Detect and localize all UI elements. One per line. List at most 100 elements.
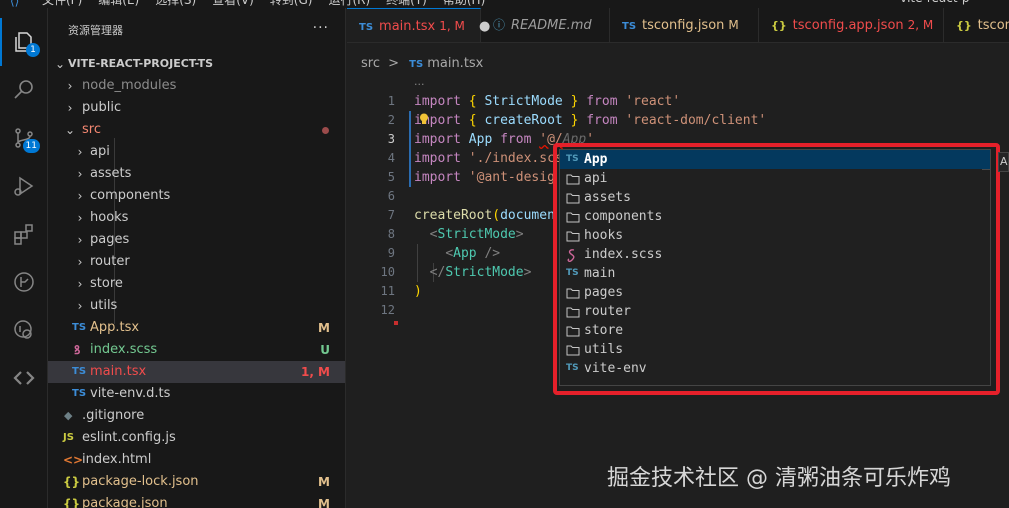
chevron-down-icon: ⌄ <box>64 123 76 137</box>
gear-icon: ◆ <box>64 409 73 422</box>
json-file-icon: {} <box>63 497 81 508</box>
tree-item-public[interactable]: › public <box>48 97 345 119</box>
tree-item-router[interactable]: › router <box>48 251 345 273</box>
tree-item-assets[interactable]: › assets <box>48 163 345 185</box>
tree-item-hooks[interactable]: › hooks <box>48 207 345 229</box>
tab-readme[interactable]: ⓘ README.md <box>481 8 610 42</box>
line-number: 3 <box>387 132 395 146</box>
code-line-2: import { createRoot } from 'react-dom/cl… <box>414 113 767 128</box>
tree-item-index-html[interactable]: <> index.html <box>48 449 345 471</box>
vscode-logo-icon: ⟨⟩ <box>10 0 20 8</box>
tab-tsconfig-app[interactable]: {} tsconfig.app.json 2, M <box>759 8 944 42</box>
tree-item-utils[interactable]: › utils <box>48 295 345 317</box>
lightbulb-icon[interactable] <box>419 113 429 125</box>
tree-item-gitignore[interactable]: ◆ .gitignore <box>48 405 345 427</box>
line-number: 12 <box>380 303 395 317</box>
chevron-right-icon: › <box>77 233 83 247</box>
run-debug-icon[interactable] <box>0 162 48 210</box>
line-number: 4 <box>387 151 395 165</box>
tab-tsconfig[interactable]: TS tsconfig.json M <box>610 8 759 42</box>
line-number: 5 <box>387 170 395 184</box>
git-graph-icon[interactable] <box>0 258 48 306</box>
html-file-icon: <> <box>63 453 84 467</box>
menu-item[interactable]: 文件(F) <box>42 0 82 8</box>
typescript-file-icon: TS <box>409 59 424 70</box>
menu-item[interactable]: 转到(G) <box>270 0 313 8</box>
menu-item[interactable]: 终端(T) <box>386 0 427 8</box>
sidebar-title: 资源管理器 <box>68 24 123 37</box>
watermark: 掘金技术社区 @ 清粥油条可乐炸鸡 <box>607 466 951 491</box>
menu-item[interactable]: 编辑(E) <box>98 0 139 8</box>
tab-main-tsx[interactable]: TS main.tsx 1, M ● <box>347 8 490 42</box>
typescript-file-icon: TS <box>72 322 87 333</box>
suggest-details-edge: Ap <box>998 152 1009 172</box>
tree-item-pages[interactable]: › pages <box>48 229 345 251</box>
breadcrumb-file[interactable]: main.tsx <box>427 56 483 71</box>
file-tree: ⌄ VITE-REACT-PROJECT-TS › node_modules ›… <box>48 53 345 508</box>
tree-item-src[interactable]: ⌄ src <box>48 119 345 141</box>
scm-badge: 11 <box>22 139 40 153</box>
line-number: 2 <box>387 113 395 127</box>
typescript-file-icon: TS <box>622 21 637 32</box>
typescript-file-icon: TS <box>72 366 87 377</box>
typescript-file-icon: TS <box>72 388 87 399</box>
explorer-icon[interactable]: 1 <box>0 18 48 66</box>
search-icon[interactable] <box>0 66 48 114</box>
menu-item[interactable]: 运行(R) <box>328 0 370 8</box>
tab-bar: TS main.tsx 1, M ● ⓘ README.md TS tsconfig.j… <box>347 8 1009 43</box>
tree-item-app-tsx[interactable]: TS App.tsx M <box>48 317 345 339</box>
error-marker <box>394 321 398 325</box>
more-actions-icon[interactable]: ··· <box>313 20 329 36</box>
tree-item-node-modules[interactable]: › node_modules <box>48 75 345 97</box>
tab-tsconfig-node[interactable]: {}tsconf <box>944 8 1009 42</box>
git-status: M <box>318 475 330 489</box>
tree-item-components[interactable]: › components <box>48 185 345 207</box>
activity-bar: 1 11 <box>0 8 48 508</box>
git-status: M <box>318 497 330 508</box>
remote-explorer-icon[interactable] <box>0 306 48 354</box>
javascript-file-icon: JS <box>63 432 74 443</box>
chevron-right-icon: › <box>77 255 83 269</box>
tree-item-index-scss[interactable]: ꝸ index.scss U <box>48 339 345 361</box>
code-line-1: import { StrictMode } from 'react' <box>414 94 681 109</box>
line-number: 7 <box>387 208 395 222</box>
breadcrumb-separator: > <box>388 56 400 71</box>
command-center[interactable]: vite-react-p <box>900 0 970 5</box>
menu-item[interactable]: 查看(V) <box>212 0 254 8</box>
modified-dot <box>322 127 329 134</box>
extensions-icon[interactable] <box>0 210 48 258</box>
line-numbers: 1 2 3 4 5 6 7 8 9 10 11 12 <box>347 92 395 320</box>
chevron-right-icon: › <box>67 101 73 115</box>
remote-icon[interactable] <box>0 354 48 402</box>
menu-item[interactable]: 帮助(H) <box>443 0 485 8</box>
chevron-right-icon: › <box>77 189 83 203</box>
line-number: 8 <box>387 227 395 241</box>
tree-item-package-lock[interactable]: {} package-lock.json M <box>48 471 345 493</box>
tree-item-eslint[interactable]: JS eslint.config.js <box>48 427 345 449</box>
menu-bar: ⟨⟩ 文件(F) 编辑(E) 选择(S) 查看(V) 转到(G) 运行(R) 终端(T) 帮助… <box>0 0 1009 8</box>
info-icon: ⓘ <box>493 18 506 32</box>
line-number: 6 <box>387 189 395 203</box>
tree-item-main-tsx[interactable]: TS main.tsx 1, M <box>48 361 345 383</box>
tree-item-package-json[interactable]: {} package.json M <box>48 493 345 508</box>
chevron-down-icon: ⌄ <box>54 57 66 71</box>
folded-ellipsis: ··· <box>414 78 425 91</box>
line-number: 11 <box>380 284 395 298</box>
typescript-file-icon: TS <box>359 22 374 33</box>
project-root[interactable]: ⌄ VITE-REACT-PROJECT-TS <box>48 53 345 75</box>
breadcrumb-folder[interactable]: src <box>361 56 380 71</box>
tree-item-vite-env[interactable]: TS vite-env.d.ts <box>48 383 345 405</box>
annotation-highlight-box <box>553 143 1000 395</box>
git-status: M <box>318 321 330 335</box>
source-control-icon[interactable]: 11 <box>0 114 48 162</box>
json-file-icon: {} <box>771 19 787 32</box>
chevron-right-icon: › <box>77 145 83 159</box>
tree-item-store[interactable]: › store <box>48 273 345 295</box>
menu-item[interactable]: 选择(S) <box>155 0 196 8</box>
chevron-right-icon: › <box>77 277 83 291</box>
tree-item-api[interactable]: › api <box>48 141 345 163</box>
explorer-badge: 1 <box>26 43 40 57</box>
git-status: 1, M <box>300 365 330 379</box>
chevron-right-icon: › <box>77 211 83 225</box>
chevron-right-icon: › <box>67 79 73 93</box>
